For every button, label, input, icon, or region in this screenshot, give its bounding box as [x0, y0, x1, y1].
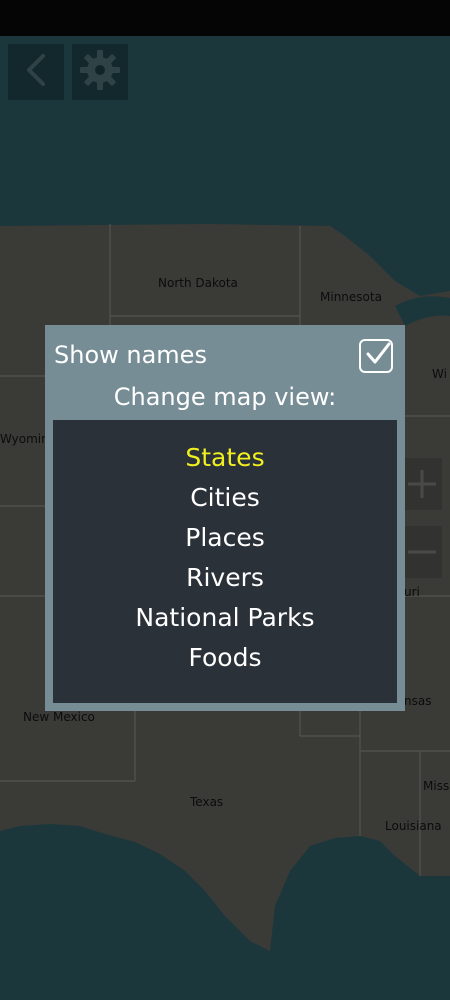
map-view-dialog: Show names Change map view: States Citie… [45, 325, 405, 711]
option-states[interactable]: States [53, 438, 397, 478]
option-rivers[interactable]: Rivers [53, 558, 397, 598]
status-bar [0, 0, 450, 36]
option-national-parks[interactable]: National Parks [53, 598, 397, 638]
change-map-view-label: Change map view: [113, 383, 337, 411]
option-places[interactable]: Places [53, 518, 397, 558]
show-names-label: Show names [54, 341, 207, 369]
show-names-checkbox[interactable] [359, 339, 393, 373]
map-view-options: States Cities Places Rivers National Par… [53, 420, 397, 703]
option-cities[interactable]: Cities [53, 478, 397, 518]
option-foods[interactable]: Foods [53, 638, 397, 678]
checkmark-icon [366, 342, 391, 364]
